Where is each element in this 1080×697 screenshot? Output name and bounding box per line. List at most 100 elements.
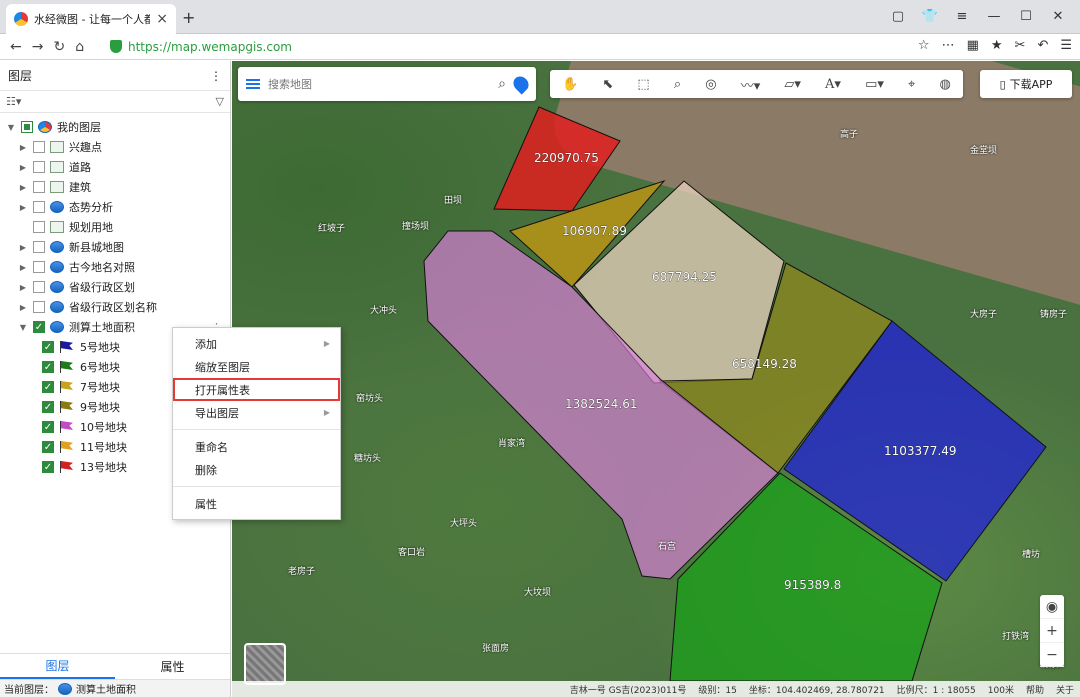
map-toolbar: ✋ ⬉ ⬚ ⌕ ◎ 〰▾ ▱▾ A▾ ▭▾ ⌖ ◍ (550, 70, 963, 98)
context-menu-item[interactable]: 导出图层 ▶ (173, 401, 340, 424)
layer-label: 13号地块 (80, 461, 127, 474)
text-icon[interactable]: A▾ (825, 77, 841, 92)
map-place-label: 高子 (840, 130, 859, 140)
layer-checkbox[interactable] (21, 121, 33, 133)
layer-checkbox[interactable]: ✓ (42, 341, 54, 353)
more-icon[interactable]: ⋯ (942, 38, 955, 53)
tab-layers[interactable]: 图层 (0, 654, 115, 679)
layer-tree-item[interactable]: ▶ 省级行政区划 (0, 277, 230, 297)
location-pin-icon[interactable] (510, 73, 532, 95)
help-link[interactable]: 帮助 (1026, 683, 1044, 696)
layer-checkbox[interactable] (33, 241, 45, 253)
layer-checkbox[interactable] (33, 301, 45, 313)
layer-checkbox[interactable] (33, 141, 45, 153)
map-search-input[interactable] (268, 77, 491, 91)
locate-icon[interactable]: ◉ (1040, 595, 1064, 619)
polygon-icon[interactable]: ▱▾ (784, 77, 801, 92)
download-app-button[interactable]: ▯ 下载APP (980, 70, 1072, 98)
zoom-out-button[interactable]: − (1040, 643, 1064, 667)
box-select-icon[interactable]: ⬚ (637, 77, 649, 92)
minimize-icon[interactable]: — (978, 4, 1010, 28)
parcel-flag-icon (59, 441, 75, 453)
new-tab-icon[interactable]: + (182, 8, 195, 27)
apps-icon[interactable]: ▦ (967, 38, 979, 53)
layer-checkbox[interactable] (33, 161, 45, 173)
context-menu-item[interactable]: 添加 ▶ (173, 332, 340, 355)
marker-icon[interactable]: ◎ (705, 77, 716, 92)
layer-tree-item[interactable]: ▶ 道路 (0, 157, 230, 177)
maximize-icon[interactable]: ☐ (1010, 4, 1042, 28)
menu-icon[interactable]: ≡ (946, 4, 978, 28)
undo-icon[interactable]: ↶ (1037, 38, 1048, 53)
home-icon[interactable]: ⌂ (75, 39, 84, 55)
layer-checkbox[interactable]: ✓ (33, 321, 45, 333)
layer-checkbox[interactable] (33, 281, 45, 293)
expand-arrow-icon[interactable]: ▶ (18, 143, 28, 152)
layer-tree-item[interactable]: ▶ 古今地名对照 (0, 257, 230, 277)
context-menu-item[interactable]: 删除 (173, 458, 340, 481)
close-tab-icon[interactable]: × (156, 11, 168, 27)
context-menu-item[interactable]: 缩放至图层 (173, 355, 340, 378)
expand-arrow-icon[interactable]: ▶ (18, 303, 28, 312)
shirt-icon[interactable]: 👕 (914, 4, 946, 28)
layer-checkbox[interactable]: ✓ (42, 361, 54, 373)
globe-icon[interactable]: ◍ (939, 77, 950, 92)
browser-tab[interactable]: 水经微图 - 让每一个人都有自 × (6, 4, 176, 34)
layer-tree-item[interactable]: ▶ 省级行政区划名称 (0, 297, 230, 317)
back-icon[interactable]: ← (10, 39, 22, 55)
context-menu-item[interactable]: 属性 (173, 492, 340, 515)
layer-tree-item[interactable]: ▶ 新县城地图 (0, 237, 230, 257)
pick-icon[interactable]: ⌖ (908, 77, 915, 92)
about-link[interactable]: 关于 (1056, 683, 1074, 696)
context-menu-item[interactable]: 重命名 (173, 435, 340, 458)
collapse-arrow-icon[interactable]: ▼ (6, 123, 16, 132)
favorites-icon[interactable]: ★ (991, 38, 1003, 53)
polyline-icon[interactable]: 〰▾ (741, 75, 761, 94)
zoom-search-icon[interactable]: ⌕ (674, 77, 681, 92)
layer-tree-item[interactable]: ▼ 我的图层 (0, 117, 230, 137)
context-menu-item[interactable]: 打开属性表 (173, 378, 340, 401)
hamburger-menu-icon[interactable] (246, 79, 260, 89)
expand-arrow-icon[interactable]: ▶ (18, 263, 28, 272)
expand-arrow-icon[interactable]: ▶ (18, 163, 28, 172)
menu-separator (173, 429, 340, 430)
pan-hand-icon[interactable]: ✋ (562, 77, 578, 92)
layer-checkbox[interactable]: ✓ (42, 381, 54, 393)
layer-tree-item[interactable]: ▶ 态势分析 (0, 197, 230, 217)
expand-arrow-icon[interactable]: ▶ (18, 283, 28, 292)
reload-icon[interactable]: ↻ (53, 39, 65, 55)
layer-list-icon[interactable]: ☷▾ (6, 95, 21, 108)
close-window-icon[interactable]: ✕ (1042, 4, 1074, 28)
forward-icon[interactable]: → (32, 39, 44, 55)
layer-tree-item[interactable]: ▶ 建筑 (0, 177, 230, 197)
collapse-arrow-icon[interactable]: ▼ (18, 323, 28, 332)
layer-checkbox[interactable] (33, 201, 45, 213)
tab-count-icon[interactable]: ▢ (882, 4, 914, 28)
layer-checkbox[interactable] (33, 181, 45, 193)
layer-checkbox[interactable]: ✓ (42, 441, 54, 453)
expand-arrow-icon[interactable]: ▶ (18, 243, 28, 252)
measure-icon[interactable]: ▭▾ (865, 77, 884, 92)
tab-properties[interactable]: 属性 (115, 654, 230, 679)
basemap-switcher[interactable] (244, 643, 286, 685)
search-icon[interactable]: ⌕ (498, 76, 506, 92)
scissors-icon[interactable]: ✂ (1015, 38, 1026, 53)
expand-arrow-icon[interactable]: ▶ (18, 203, 28, 212)
map-view[interactable]: 220970.75 106907.89 687794.25 658149.28 … (232, 61, 1080, 697)
star-icon[interactable]: ☆ (918, 38, 930, 53)
panel-more-icon[interactable]: ⋮ (210, 69, 222, 83)
layer-tree-item[interactable]: ▶ 兴趣点 (0, 137, 230, 157)
url-field[interactable]: https://map.wemapgis.com (110, 40, 292, 54)
layer-checkbox[interactable] (33, 261, 45, 273)
layer-checkbox[interactable]: ✓ (42, 461, 54, 473)
layer-tree-item[interactable]: 规划用地 (0, 217, 230, 237)
layer-checkbox[interactable]: ✓ (42, 401, 54, 413)
filter-icon[interactable]: ▽ (216, 95, 224, 108)
context-menu-item-label: 属性 (195, 497, 217, 511)
select-pointer-icon[interactable]: ⬉ (602, 77, 613, 92)
expand-arrow-icon[interactable]: ▶ (18, 183, 28, 192)
layer-checkbox[interactable] (33, 221, 45, 233)
layer-checkbox[interactable]: ✓ (42, 421, 54, 433)
zoom-in-button[interactable]: + (1040, 619, 1064, 643)
browser-menu-icon[interactable]: ☰ (1060, 38, 1072, 53)
